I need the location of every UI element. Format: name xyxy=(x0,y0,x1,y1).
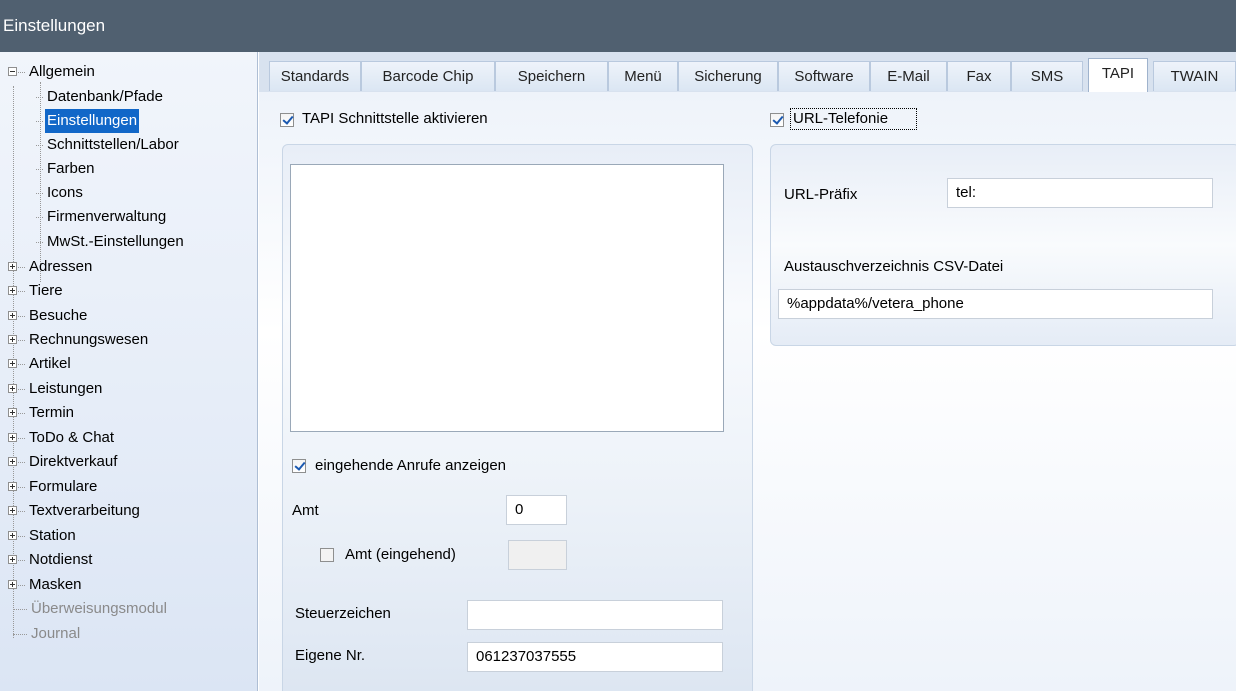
tab-email[interactable]: E-Mail xyxy=(870,61,947,91)
expand-icon[interactable] xyxy=(8,530,17,540)
tapi-enable-checkbox[interactable] xyxy=(280,113,294,127)
tab-strip: Standards Barcode Chip Speichern Menü Si… xyxy=(259,52,1236,92)
expand-icon[interactable] xyxy=(8,358,17,368)
tree-item-artikel[interactable]: Artikel xyxy=(8,352,73,376)
tab-standards[interactable]: Standards xyxy=(269,61,361,91)
collapse-icon[interactable] xyxy=(8,66,17,76)
amt-incoming-input[interactable] xyxy=(508,540,567,570)
tab-software[interactable]: Software xyxy=(778,61,870,91)
tree-item-datenbank-pfade[interactable]: Datenbank/Pfade xyxy=(36,85,165,109)
amt-incoming-checkbox[interactable] xyxy=(320,548,334,562)
url-telephony-label: URL-Telefonie xyxy=(793,110,889,127)
tree-item-firmenverwaltung[interactable]: Firmenverwaltung xyxy=(36,205,168,229)
expand-icon[interactable] xyxy=(8,432,17,442)
tree-item-mwst-einstellungen[interactable]: MwSt.-Einstellungen xyxy=(36,230,186,254)
amt-input[interactable]: 0 xyxy=(506,495,567,525)
tab-twain[interactable]: TWAIN xyxy=(1153,61,1236,91)
expand-icon[interactable] xyxy=(8,407,17,417)
tree-item-adressen[interactable]: Adressen xyxy=(8,255,94,279)
tree-item-tiere[interactable]: Tiere xyxy=(8,279,65,303)
incoming-calls-checkbox[interactable] xyxy=(292,459,306,473)
expand-icon[interactable] xyxy=(8,554,17,564)
tree-item-direktverkauf[interactable]: Direktverkauf xyxy=(8,450,119,474)
expand-icon[interactable] xyxy=(8,310,17,320)
tree-item-station[interactable]: Station xyxy=(8,524,78,548)
tab-speichern[interactable]: Speichern xyxy=(495,61,608,91)
tree-item-besuche[interactable]: Besuche xyxy=(8,304,89,328)
expand-icon[interactable] xyxy=(8,383,17,393)
expand-icon[interactable] xyxy=(8,481,17,491)
exchange-dir-label: Austauschverzeichnis CSV-Datei xyxy=(784,258,1004,275)
exchange-dir-input[interactable]: %appdata%/vetera_phone xyxy=(778,289,1213,319)
settings-content: Standards Barcode Chip Speichern Menü Si… xyxy=(259,52,1236,691)
tapi-enable-label: TAPI Schnittstelle aktivieren xyxy=(302,110,488,127)
tree-item-ueberweisungsmodul: Überweisungsmodul xyxy=(8,597,169,621)
expand-icon[interactable] xyxy=(8,334,17,344)
tree-item-todo-chat[interactable]: ToDo & Chat xyxy=(8,426,116,450)
amt-label: Amt xyxy=(292,502,319,519)
tab-sms[interactable]: SMS xyxy=(1011,61,1083,91)
tab-fax[interactable]: Fax xyxy=(947,61,1011,91)
expand-icon[interactable] xyxy=(8,505,17,515)
incoming-calls-label: eingehende Anrufe anzeigen xyxy=(315,457,507,474)
settings-tree: Allgemein Datenbank/Pfade Einstellungen … xyxy=(0,52,258,691)
tree-item-masken[interactable]: Masken xyxy=(8,573,84,597)
expand-icon[interactable] xyxy=(8,285,17,295)
tree-item-journal: Journal xyxy=(8,622,82,646)
tree-item-einstellungen[interactable]: Einstellungen xyxy=(36,109,140,133)
tree-connector xyxy=(18,71,25,73)
control-chars-label: Steuerzeichen xyxy=(295,605,391,622)
tree-item-allgemein[interactable]: Allgemein xyxy=(8,60,97,84)
tree-item-formulare[interactable]: Formulare xyxy=(8,475,99,499)
tapi-tab-panel: TAPI Schnittstelle aktivieren URL-Telefo… xyxy=(259,92,1236,691)
tree-item-leistungen[interactable]: Leistungen xyxy=(8,377,104,401)
tab-menu[interactable]: Menü xyxy=(608,61,678,91)
url-prefix-input[interactable]: tel: xyxy=(947,178,1213,208)
tree-item-termin[interactable]: Termin xyxy=(8,401,76,425)
url-prefix-label: URL-Präfix xyxy=(784,186,858,203)
amt-incoming-label: Amt (eingehend) xyxy=(345,546,456,563)
tapi-line-listbox[interactable] xyxy=(290,164,724,432)
own-number-label: Eigene Nr. xyxy=(295,647,366,664)
expand-icon[interactable] xyxy=(8,261,17,271)
own-number-input[interactable]: 061237037555 xyxy=(467,642,723,672)
control-chars-input[interactable] xyxy=(467,600,723,630)
window-title: Einstellungen xyxy=(0,0,1236,52)
tree-item-farben[interactable]: Farben xyxy=(36,157,97,181)
expand-icon[interactable] xyxy=(8,456,17,466)
tree-item-schnittstellen-labor[interactable]: Schnittstellen/Labor xyxy=(36,133,181,157)
url-telephony-checkbox[interactable] xyxy=(770,113,784,127)
tab-sicherung[interactable]: Sicherung xyxy=(678,61,778,91)
tab-barcode-chip[interactable]: Barcode Chip xyxy=(361,61,495,91)
expand-icon[interactable] xyxy=(8,579,17,589)
tree-item-notdienst[interactable]: Notdienst xyxy=(8,548,94,572)
tree-item-rechnungswesen[interactable]: Rechnungswesen xyxy=(8,328,150,352)
tab-tapi[interactable]: TAPI xyxy=(1088,58,1148,92)
tree-item-textverarbeitung[interactable]: Textverarbeitung xyxy=(8,499,142,523)
tree-item-icons[interactable]: Icons xyxy=(36,181,85,205)
